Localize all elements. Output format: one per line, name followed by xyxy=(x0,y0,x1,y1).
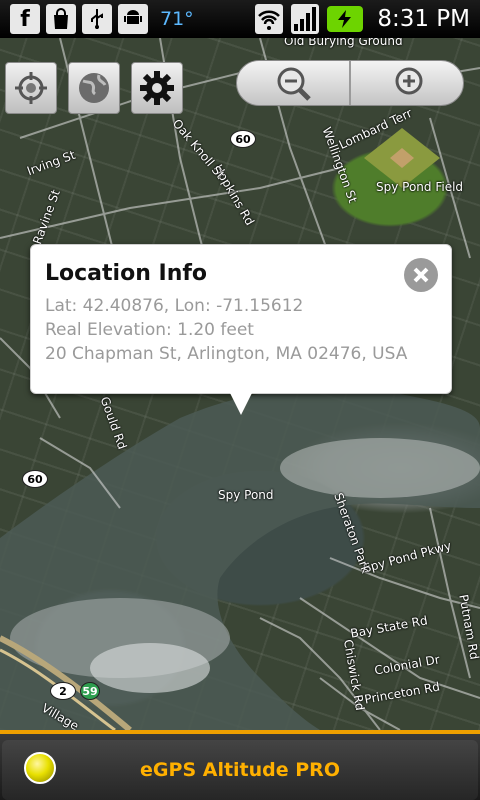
bag-icon xyxy=(46,4,76,34)
wifi-icon xyxy=(255,4,284,34)
battery-icon xyxy=(327,6,364,32)
zoom-in-icon xyxy=(395,67,423,95)
popup-title: Location Info xyxy=(45,261,208,286)
gps-status-icon[interactable] xyxy=(24,752,56,784)
map-label-spy-pond-field: Spy Pond Field xyxy=(376,180,464,194)
elevation-text: Real Elevation: 1.20 feet xyxy=(45,320,254,340)
globe-icon xyxy=(79,73,109,103)
temperature-text: 71° xyxy=(160,8,194,30)
facebook-icon: f xyxy=(10,4,40,34)
close-icon xyxy=(413,267,429,283)
lat-lon-text: Lat: 42.40876, Lon: -71.15612 xyxy=(45,296,304,316)
status-bar: f 71° 8:31 PM xyxy=(0,0,480,38)
settings-button[interactable] xyxy=(131,62,183,114)
route-shield: 59 xyxy=(80,682,100,700)
usb-icon xyxy=(82,4,112,34)
map-type-button[interactable] xyxy=(68,62,120,114)
close-popup-button[interactable] xyxy=(404,258,438,292)
map-label-spy-pond: Spy Pond xyxy=(218,488,274,502)
signal-icon xyxy=(291,4,320,34)
route-shield: 60 xyxy=(230,130,256,148)
zoom-out-icon xyxy=(277,67,311,101)
map-label-old-burying-ground: Old Burying Ground xyxy=(284,38,403,48)
zoom-in-button[interactable] xyxy=(349,61,463,105)
my-location-button[interactable] xyxy=(5,62,57,114)
zoom-control xyxy=(236,60,464,106)
zoom-out-button[interactable] xyxy=(237,61,349,105)
gear-icon xyxy=(140,71,174,105)
route-shield: 60 xyxy=(22,470,48,488)
popup-pointer xyxy=(230,393,252,415)
clock: 8:31 PM xyxy=(377,6,470,32)
location-info-popup: Location Info Lat: 42.40876, Lon: -71.15… xyxy=(30,244,452,394)
android-icon xyxy=(118,4,148,34)
app-title: eGPS Altitude PRO xyxy=(140,759,340,781)
address-text: 20 Chapman St, Arlington, MA 02476, USA xyxy=(45,344,408,364)
location-icon xyxy=(15,72,47,104)
route-shield: 2 xyxy=(50,682,76,700)
app-bottom-bar: eGPS Altitude PRO xyxy=(0,730,480,800)
